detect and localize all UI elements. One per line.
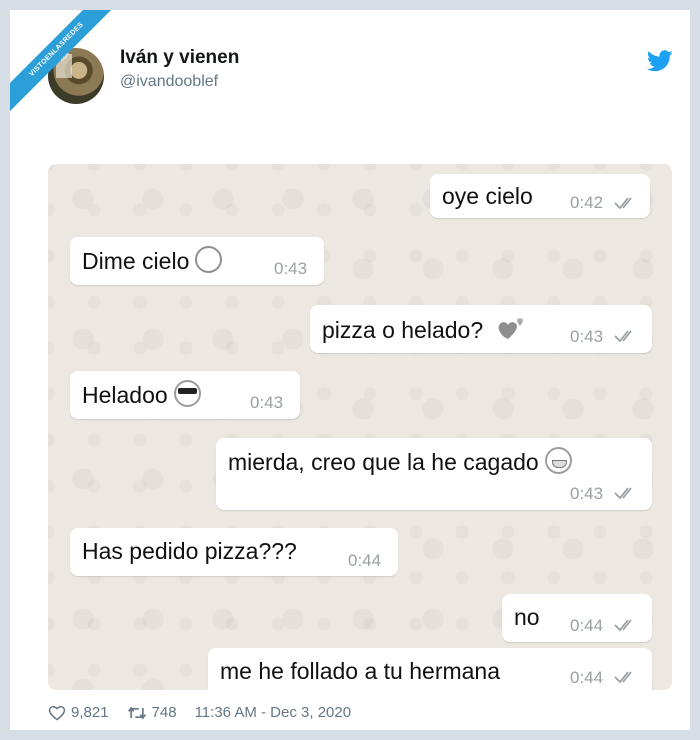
like-count: 9,821 [71,704,109,721]
author-name[interactable]: Iván y vienen [120,47,239,69]
message-time: 0:44 [570,616,604,635]
double-check-icon [614,487,632,500]
like-button[interactable]: 9,821 [48,704,109,721]
message-received: Has pedido pizza??? 0:44 [70,528,398,576]
tweet-timestamp[interactable]: 11:36 AM - Dec 3, 2020 [195,704,351,721]
message-text: pizza o helado? [322,315,526,344]
message-time: 0:44 [348,551,382,570]
message-text: Heladoo [82,380,201,409]
retweet-icon [127,706,146,719]
message-time: 0:43 [274,259,308,278]
grey-heart-emoji-icon [498,318,523,339]
message-time: 0:43 [250,393,284,412]
timestamp-text: 11:36 AM - Dec 3, 2020 [194,704,352,721]
tweet-footer: 9,821 748 11:36 AM - Dec 3, 2020 [48,704,369,721]
heart-eyes-emoji-icon [195,246,223,273]
message-text: Has pedido pizza??? [82,538,297,564]
message-time: 0:44 [570,668,604,687]
retweet-button[interactable]: 748 [127,704,177,721]
message-text: me he follado a tu hermana [220,658,501,684]
chat-screenshot: oye cielo 0:42 Dime cielo 0:43 pizza o h… [48,164,672,690]
sunglasses-emoji-icon [173,380,201,407]
message-text-value: Heladoo [82,382,168,408]
message-text-value: Dime cielo [82,248,190,274]
grinning-sweat-emoji-icon [544,447,572,474]
message-text: Dime cielo [82,246,223,275]
double-check-icon [614,671,632,684]
message-time: 0:43 [570,327,604,346]
double-check-icon [614,619,632,632]
message-text: mierda, creo que la he cagado [228,447,572,476]
tweet-card: VISTOENLASREDES .com Iván y vienen @ivand… [10,10,690,730]
watermark-text: VISTOENLASREDES .com [10,10,120,118]
message-sent: no 0:44 [502,594,652,642]
message-received: Dime cielo 0:43 [70,237,324,285]
retweet-count: 748 [151,704,177,721]
twitter-bird-icon[interactable] [647,50,673,72]
message-text-value: pizza o helado? [322,317,484,343]
heart-icon [48,705,66,720]
message-sent: mierda, creo que la he cagado 0:43 [216,438,652,510]
double-check-icon [614,197,632,210]
double-check-icon [614,330,632,343]
message-text: no [514,604,540,630]
watermark-ribbon: VISTOENLASREDES .com [10,10,120,120]
message-time: 0:43 [570,484,604,503]
message-sent: oye cielo 0:42 [430,174,650,218]
message-text: oye cielo [442,183,533,209]
author-handle[interactable]: @ivandooblef [120,73,218,91]
message-sent: pizza o helado? 0:43 [310,305,652,353]
message-text-value: mierda, creo que la he cagado [228,449,539,475]
message-time: 0:42 [570,193,604,212]
message-sent: me he follado a tu hermana 0:44 [208,648,652,690]
message-received: Heladoo 0:43 [70,371,300,419]
